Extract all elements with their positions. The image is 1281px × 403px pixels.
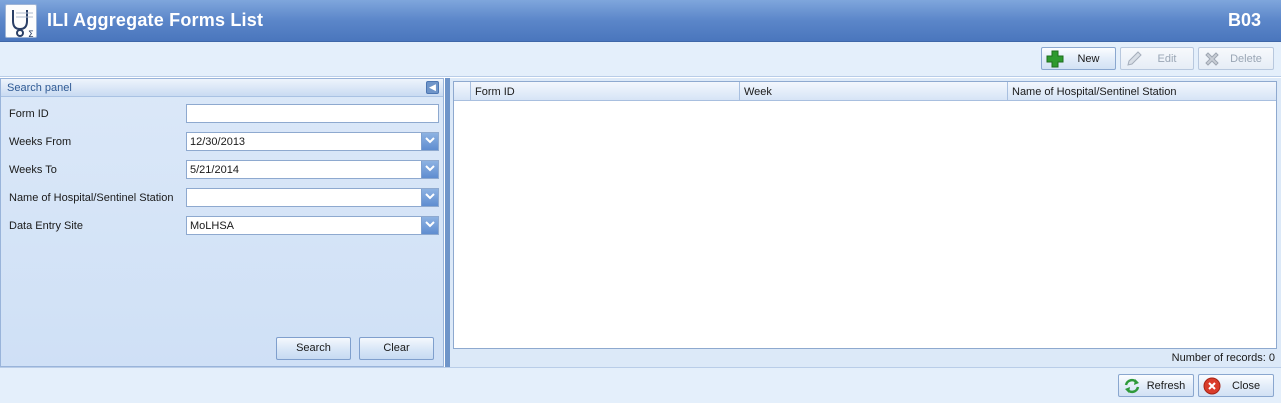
- pencil-icon: [1125, 50, 1143, 68]
- new-button-label: New: [1077, 52, 1100, 65]
- search-panel-title: Search panel: [7, 82, 72, 94]
- delete-button-label: Delete: [1230, 52, 1262, 65]
- data-entry-site-label: Data Entry Site: [9, 220, 83, 232]
- grid-header: Form ID Week Name of Hospital/Sentinel S…: [454, 82, 1276, 101]
- edit-button-label: Edit: [1157, 52, 1177, 65]
- chevron-down-icon[interactable]: [421, 189, 438, 206]
- plus-icon: [1046, 50, 1064, 68]
- x-icon: [1203, 50, 1221, 68]
- search-button[interactable]: Search: [276, 337, 351, 360]
- stethoscope-sigma-icon: Σ: [5, 4, 37, 39]
- close-button[interactable]: Close: [1198, 374, 1274, 397]
- column-header-form-id[interactable]: Form ID: [471, 82, 740, 101]
- results-grid: Form ID Week Name of Hospital/Sentinel S…: [453, 81, 1277, 349]
- form-id-label: Form ID: [9, 108, 49, 120]
- title-bar: Σ ILI Aggregate Forms List B03: [0, 0, 1281, 42]
- column-header-hospital[interactable]: Name of Hospital/Sentinel Station: [1008, 82, 1276, 101]
- window-title: ILI Aggregate Forms List: [47, 10, 264, 30]
- edit-button[interactable]: Edit: [1120, 47, 1194, 70]
- refresh-button[interactable]: Refresh: [1118, 374, 1194, 397]
- delete-button[interactable]: Delete: [1198, 47, 1274, 70]
- weeks-from-dropdown[interactable]: 12/30/2013: [186, 132, 439, 151]
- weeks-from-value: 12/30/2013: [190, 136, 246, 148]
- bottom-bar: Refresh Close: [0, 367, 1281, 403]
- search-panel-header: Search panel ◀: [1, 79, 443, 97]
- svg-text:Σ: Σ: [28, 30, 34, 39]
- toolbar: New Edit Delete: [0, 42, 1281, 77]
- clear-button[interactable]: Clear: [359, 337, 434, 360]
- data-entry-site-value: MoLHSA: [190, 220, 235, 232]
- close-circle-icon: [1203, 377, 1221, 395]
- chevron-down-icon[interactable]: [421, 161, 438, 178]
- new-button[interactable]: New: [1041, 47, 1116, 70]
- weeks-from-label: Weeks From: [9, 136, 72, 148]
- chevron-down-icon[interactable]: [421, 217, 438, 234]
- hospital-dropdown[interactable]: [186, 188, 439, 207]
- data-entry-site-dropdown[interactable]: MoLHSA: [186, 216, 439, 235]
- refresh-button-label: Refresh: [1146, 379, 1186, 392]
- column-header-week[interactable]: Week: [740, 82, 1008, 101]
- collapse-left-icon[interactable]: ◀: [426, 81, 439, 94]
- form-id-input[interactable]: [186, 104, 439, 123]
- search-panel: Search panel ◀ Form ID Weeks From 12/30/…: [0, 78, 444, 367]
- hospital-label: Name of Hospital/Sentinel Station: [9, 192, 174, 204]
- chevron-down-icon[interactable]: [421, 133, 438, 150]
- weeks-to-value: 5/21/2014: [190, 164, 239, 176]
- record-count: Number of records: 0: [1171, 352, 1275, 364]
- weeks-to-dropdown[interactable]: 5/21/2014: [186, 160, 439, 179]
- results-area: Form ID Week Name of Hospital/Sentinel S…: [450, 78, 1281, 367]
- row-selector-header[interactable]: [454, 82, 471, 101]
- close-button-label: Close: [1231, 379, 1261, 392]
- form-code: B03: [1227, 10, 1261, 30]
- weeks-to-label: Weeks To: [9, 164, 57, 176]
- refresh-icon: [1123, 377, 1141, 395]
